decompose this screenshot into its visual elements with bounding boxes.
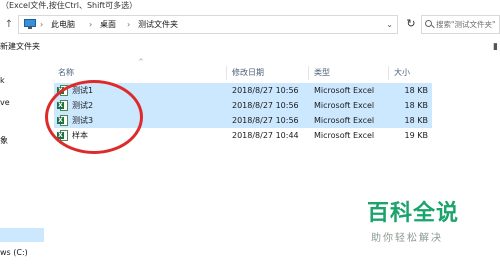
breadcrumb-this-pc[interactable]: 此电脑	[51, 19, 75, 31]
file-size: 19 KB	[404, 131, 428, 140]
breadcrumb-separator: ›	[89, 20, 93, 29]
chevron-down-icon[interactable]: ⌄	[386, 19, 393, 31]
file-modified: 2018/8/27 10:56	[232, 116, 299, 125]
address-row: ↑ › 此电脑 › 桌面 › 测试文件夹 ⌄ ↻ 搜索"测试文件夹"	[0, 13, 500, 36]
instruction-note: （Excel文件,按住Ctrl、Shift可多选）	[0, 0, 500, 12]
up-arrow-icon[interactable]: ↑	[2, 18, 16, 32]
nav-item[interactable]: 象	[0, 136, 46, 146]
breadcrumb-separator: ›	[40, 20, 44, 29]
annotation-circle	[45, 80, 143, 154]
view-options-icon[interactable]: ▮	[493, 41, 498, 53]
search-placeholder: 搜索"测试文件夹"	[436, 20, 496, 29]
computer-icon	[24, 19, 36, 30]
column-divider[interactable]	[226, 66, 227, 80]
nav-item[interactable]: k	[0, 76, 46, 86]
column-header-type[interactable]: 类型	[314, 66, 330, 80]
address-bar[interactable]: › 此电脑 › 桌面 › 测试文件夹 ⌄	[18, 15, 398, 34]
file-type: Microsoft Excel	[314, 116, 375, 125]
sort-caret-icon: ^	[138, 58, 144, 66]
file-type: Microsoft Excel	[314, 86, 375, 95]
watermark-logo: 百科全说	[367, 201, 460, 226]
file-size: 18 KB	[404, 101, 428, 110]
command-bar: 新建文件夹 ▮	[0, 38, 500, 56]
file-size: 18 KB	[404, 116, 428, 125]
search-icon	[425, 20, 435, 29]
nav-item-drive-c[interactable]: ws (C:)	[0, 248, 46, 258]
search-input[interactable]: 搜索"测试文件夹"	[421, 15, 500, 34]
file-modified: 2018/8/27 10:44	[232, 131, 299, 140]
column-divider[interactable]	[308, 66, 309, 80]
nav-item-selected[interactable]	[0, 228, 44, 242]
breadcrumb-desktop[interactable]: 桌面	[100, 19, 116, 31]
new-folder-button[interactable]: 新建文件夹	[0, 41, 40, 53]
breadcrumb-test-folder[interactable]: 测试文件夹	[138, 19, 178, 31]
file-type: Microsoft Excel	[314, 131, 375, 140]
nav-item[interactable]: ve	[0, 98, 46, 108]
navigation-pane: k ve 象 ws (C:)	[0, 58, 46, 276]
column-header-name[interactable]: 名称	[58, 66, 74, 80]
breadcrumb-separator: ›	[127, 20, 131, 29]
file-modified: 2018/8/27 10:56	[232, 86, 299, 95]
column-header-modified[interactable]: 修改日期	[232, 66, 264, 80]
column-header-size[interactable]: 大小	[394, 66, 410, 80]
file-type: Microsoft Excel	[314, 101, 375, 110]
column-divider[interactable]	[388, 66, 389, 80]
file-size: 18 KB	[404, 86, 428, 95]
file-modified: 2018/8/27 10:56	[232, 101, 299, 110]
refresh-icon[interactable]: ↻	[404, 17, 418, 31]
watermark-subtitle: 助你轻松解决	[371, 233, 443, 244]
